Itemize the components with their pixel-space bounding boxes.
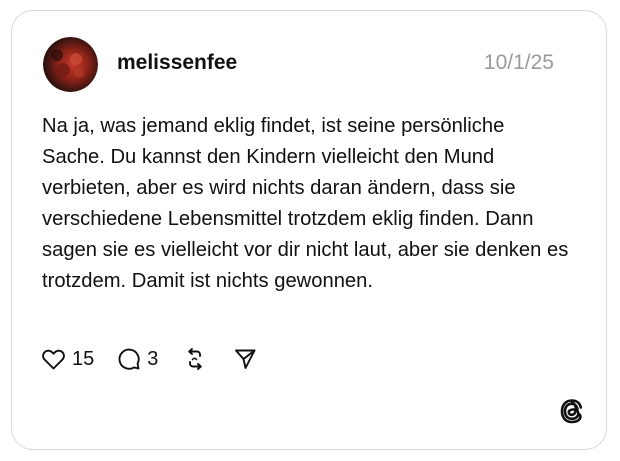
send-icon [235,349,256,369]
repost-button[interactable] [182,347,208,371]
heart-icon [42,349,65,370]
post-text: Na ja, was jemand eklig findet, ist sein… [42,115,569,292]
repost-icon [188,348,203,370]
post-card: melissenfee 10/1/25 Na ja, was jemand ek… [11,10,607,450]
post-date: 10/1/25 [483,51,554,74]
avatar-image [43,37,98,92]
reply-count: 3 [147,348,159,370]
threads-logo-icon [558,397,586,425]
like-button[interactable]: 15 [41,347,94,371]
comment-icon [118,348,140,370]
username[interactable]: melissenfee [117,51,237,75]
action-bar: 15 3 [41,344,257,374]
reply-button[interactable]: 3 [117,347,158,371]
share-button[interactable] [233,347,257,371]
like-count: 15 [72,348,95,370]
avatar[interactable] [43,37,98,92]
